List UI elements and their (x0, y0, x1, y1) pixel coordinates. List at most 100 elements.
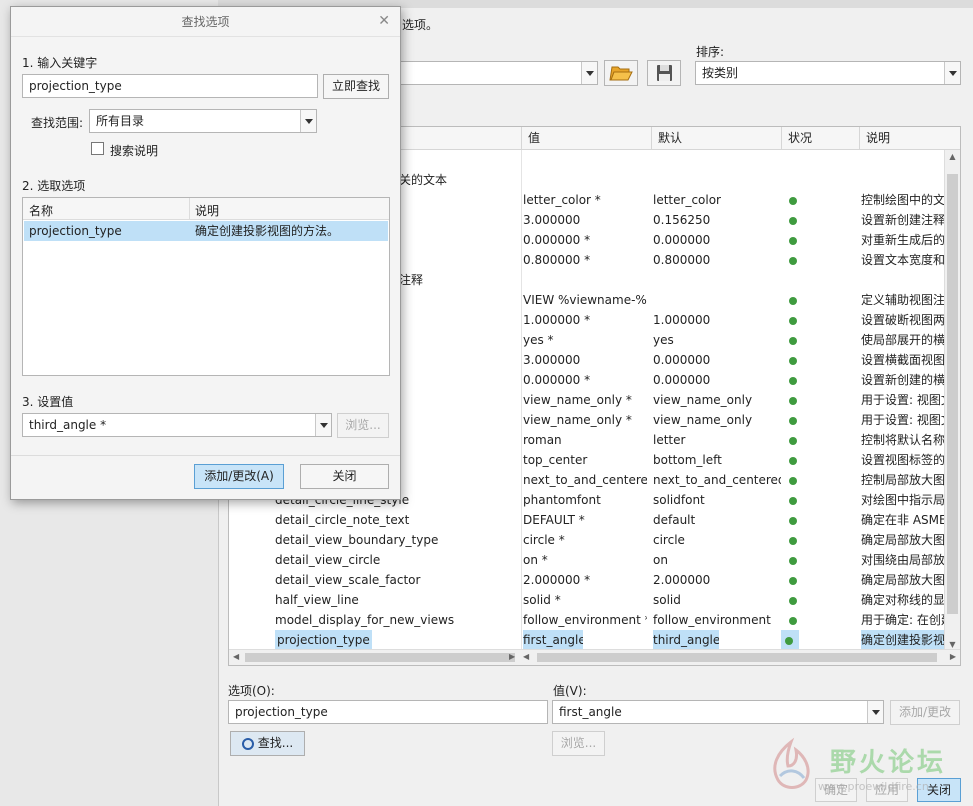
table-row[interactable]: detail_view_scale_factor 2.000000 * 2.0000… (229, 570, 945, 590)
option-value-cell: top_center (523, 453, 588, 467)
option-value-cell: circle * (523, 533, 565, 547)
list-header-name[interactable]: 名称 (29, 202, 53, 219)
list-item[interactable]: projection_type 确定创建投影视图的方法。 (24, 221, 388, 241)
column-header-value[interactable]: 值 (521, 127, 651, 150)
status-ok-icon (789, 356, 797, 365)
status-cell (785, 490, 859, 510)
chevron-down-icon[interactable] (867, 701, 883, 723)
vertical-scrollbar[interactable]: ▲ ▼ (944, 150, 960, 652)
table-row[interactable]: model_display_for_new_views follow_enviro… (229, 610, 951, 630)
scroll-left-icon[interactable]: ◀ (233, 652, 239, 661)
status-ok-icon (789, 516, 797, 525)
status-cell (785, 570, 859, 590)
status-ok-icon (789, 436, 797, 445)
option-description-cell: 设置破断视图两 (861, 313, 946, 327)
option-name-cell: detail_view_scale_factor (275, 573, 421, 587)
value-combo[interactable]: first_angle (552, 700, 884, 724)
search-description-checkbox[interactable] (91, 142, 104, 155)
option-value-cell: 0.000000 * (523, 233, 591, 247)
option-default-cell: 0.000000 (653, 373, 711, 387)
scroll-left-icon[interactable]: ◀ (523, 652, 529, 661)
option-default-cell: on (653, 553, 668, 567)
scroll-right-icon[interactable]: ▶ (950, 652, 956, 661)
option-description-cell: 确定在非 ASME (861, 513, 947, 527)
status-cell (785, 290, 859, 310)
option-default-cell: bottom_left (653, 453, 722, 467)
option-description-cell: 用于设置: 视图文 (861, 393, 951, 407)
step3-label: 3. 设置值 (22, 395, 74, 409)
horizontal-scroll-thumb-right[interactable] (537, 653, 937, 662)
search-now-button[interactable]: 立即查找 (323, 74, 389, 99)
option-description-cell: 对重新生成后的 (861, 233, 946, 247)
chevron-down-icon[interactable] (581, 62, 597, 84)
add-change-button[interactable]: 添加/更改 (890, 700, 960, 725)
browse-button[interactable]: 浏览... (552, 731, 605, 756)
option-description-cell: 确定局部放大图 (861, 533, 946, 547)
keyword-input[interactable]: projection_type (22, 74, 318, 98)
option-default-cell: view_name_only (653, 413, 753, 427)
chevron-down-icon[interactable] (944, 62, 960, 84)
status-cell (785, 330, 859, 350)
option-result-list[interactable]: 名称 说明 projection_type 确定创建投影视图的方法。 (22, 197, 390, 376)
scope-combo[interactable]: 所有目录 (89, 109, 317, 133)
status-ok-icon (789, 496, 797, 505)
set-value-combo[interactable]: third_angle * (22, 413, 332, 437)
option-description-cell: 确定局部放大图 (861, 573, 946, 587)
status-cell (785, 390, 859, 410)
option-value-cell: 3.000000 (523, 213, 581, 227)
group-label: 注释 (399, 273, 424, 287)
scroll-right-icon[interactable]: ▶ (509, 652, 515, 661)
option-default-cell: letter_color (653, 193, 721, 207)
option-description-cell: 控制局部放大图 (861, 473, 946, 487)
table-row[interactable]: half_view_line solid * solid 确定对称线的显 (229, 590, 945, 610)
status-cell (785, 590, 859, 610)
option-input[interactable]: projection_type (228, 700, 548, 724)
option-default-cell: yes (653, 333, 674, 347)
status-cell (785, 530, 859, 550)
status-ok-icon (789, 196, 797, 205)
status-cell (785, 310, 859, 330)
status-cell (785, 350, 859, 370)
list-header-description[interactable]: 说明 (195, 202, 219, 219)
table-row[interactable]: projection_type first_angle third_angle 确定创… (229, 630, 951, 650)
option-name-cell: detail_view_boundary_type (275, 533, 439, 547)
option-name-cell: projection_type (275, 630, 372, 650)
status-cell (785, 250, 859, 270)
save-button[interactable] (647, 60, 681, 86)
vertical-scroll-thumb[interactable] (947, 174, 958, 614)
option-default-cell: 1.000000 (653, 313, 711, 327)
status-ok-icon (789, 616, 797, 625)
config-file-combo[interactable] (398, 61, 598, 85)
status-cell (785, 610, 859, 630)
sort-combo[interactable]: 按类别 (695, 61, 961, 85)
open-folder-button[interactable] (604, 60, 638, 86)
chevron-down-icon[interactable] (300, 110, 316, 132)
scroll-up-icon[interactable]: ▲ (947, 152, 958, 162)
option-name-cell: detail_circle_note_text (275, 513, 410, 527)
option-value-cell: next_to_and_centered (523, 473, 647, 487)
option-description-cell: 设置新创建注释 (861, 213, 946, 227)
table-row[interactable]: detail_view_boundary_type circle * circle 确… (229, 530, 945, 550)
dialog-add-change-button[interactable]: 添加/更改(A) (194, 464, 284, 489)
close-icon[interactable]: ✕ (378, 13, 390, 29)
value-combo-value: first_angle (559, 705, 622, 719)
option-description-cell: 使局部展开的横 (861, 333, 946, 347)
dialog-browse-button[interactable]: 浏览... (337, 413, 389, 438)
table-row[interactable]: detail_circle_note_text DEFAULT * default 确… (229, 510, 947, 530)
chevron-down-icon[interactable] (315, 414, 331, 436)
header-text: 选项。 (402, 18, 439, 32)
column-header-status[interactable]: 状况 (781, 127, 859, 150)
horizontal-scrollbar[interactable]: ◀ ▶ ◀ ▶ (229, 649, 960, 665)
horizontal-scroll-thumb-left[interactable] (245, 653, 515, 662)
status-ok-icon (789, 256, 797, 265)
column-header-default[interactable]: 默认 (651, 127, 781, 150)
find-button[interactable]: 查找... (230, 731, 305, 756)
option-default-cell (653, 290, 781, 310)
column-header-description[interactable]: 说明 (859, 127, 949, 150)
dialog-close-button[interactable]: 关闭 (300, 464, 389, 489)
option-value-cell: 2.000000 * (523, 573, 591, 587)
status-ok-icon (789, 216, 797, 225)
table-row[interactable]: detail_view_circle on * on 对围绕由局部放 (229, 550, 945, 570)
dialog-title[interactable]: 查找选项 (11, 7, 400, 37)
option-value-cell: first_angle (523, 630, 583, 650)
